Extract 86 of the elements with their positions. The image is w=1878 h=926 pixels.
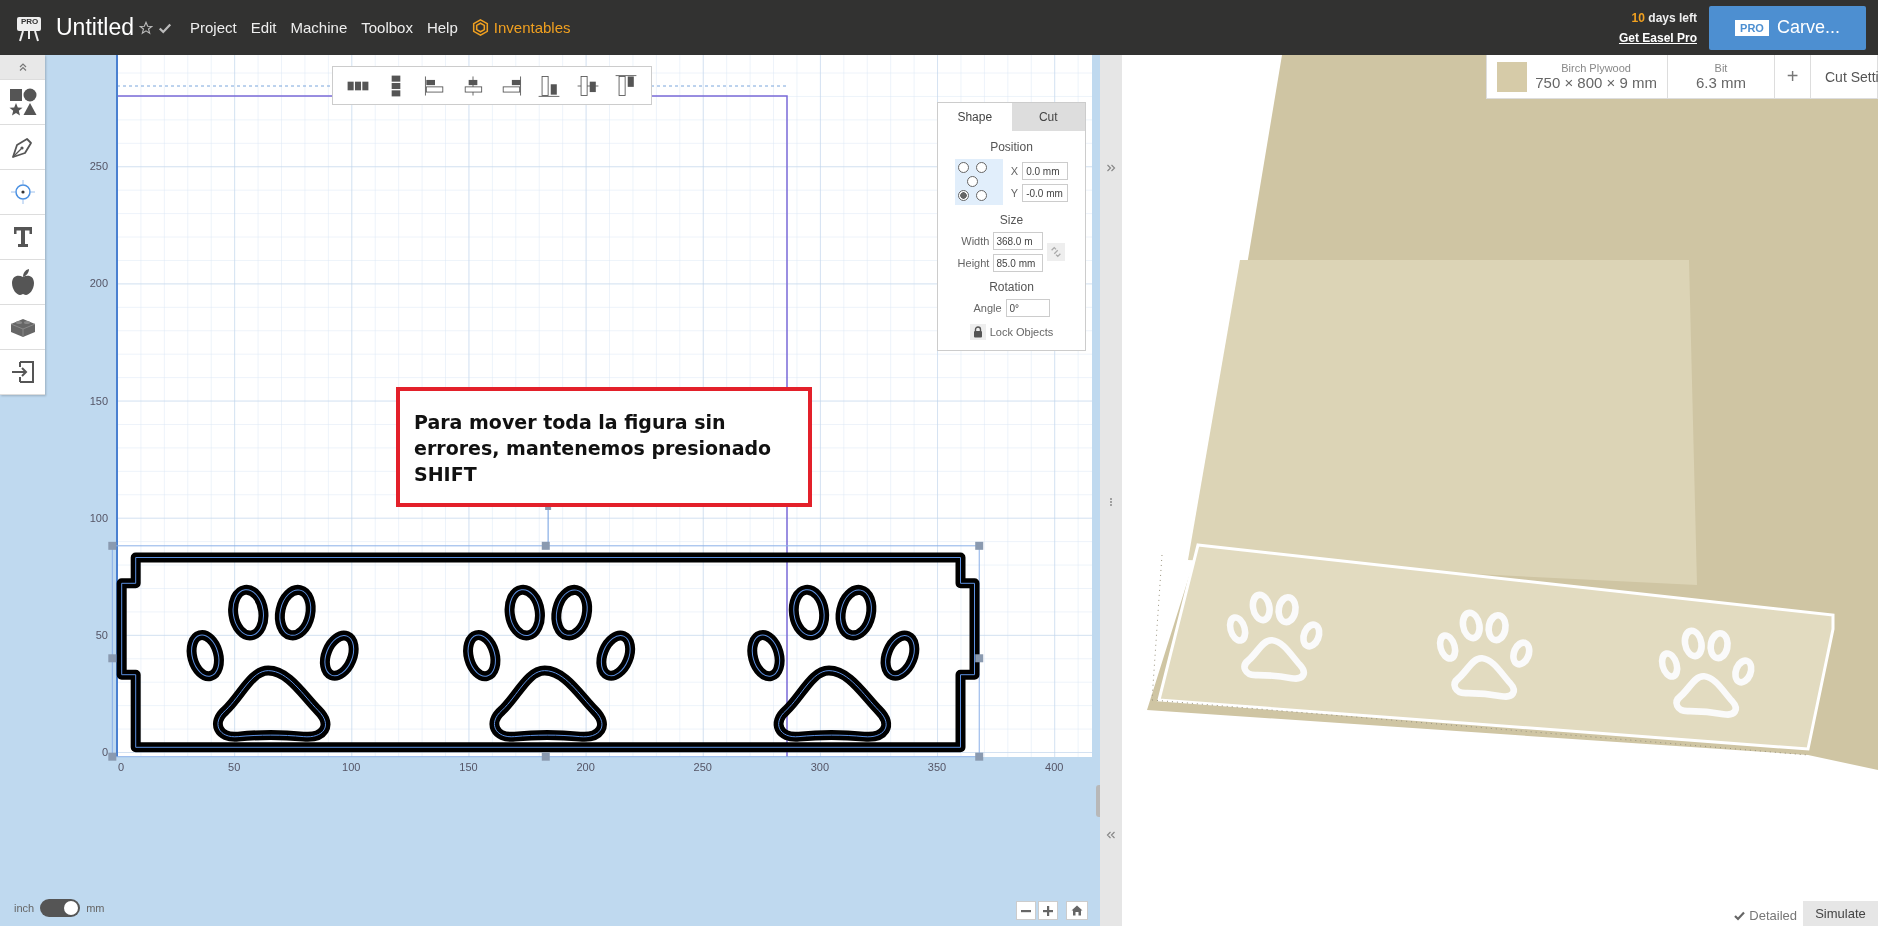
padlock-icon [972, 326, 983, 338]
material-name: Birch Plywood [1561, 62, 1631, 74]
field-label: Y [1010, 187, 1019, 199]
anchor-radio[interactable] [966, 176, 978, 187]
section-heading: Position [990, 140, 1033, 154]
project-title[interactable]: Untitled [56, 14, 134, 41]
menu-item[interactable]: Toolbox [361, 19, 413, 36]
inspector-tab[interactable]: Cut [1011, 103, 1085, 131]
resize-handle[interactable] [975, 654, 984, 663]
crosshair-icon [9, 179, 36, 205]
checkmark-icon [1734, 910, 1746, 921]
import-icon [9, 359, 36, 385]
anchor-radio[interactable] [957, 190, 969, 201]
x-axis-label: 300 [810, 761, 830, 773]
simulate-button[interactable]: Simulate [1803, 901, 1878, 926]
resize-handle[interactable] [975, 752, 984, 761]
y-axis-label: 150 [89, 394, 108, 407]
logo-text: PRO [21, 17, 39, 26]
x-axis-label: 400 [1045, 761, 1064, 773]
angle-field[interactable]: 0° [1005, 299, 1050, 317]
material-selector[interactable]: Birch Plywood 750 × 800 × 9 mm [1487, 55, 1668, 98]
get-easel-pro-link[interactable]: Get Easel Pro [1618, 30, 1697, 45]
x-axis-label: 250 [693, 761, 712, 773]
detailed-option[interactable]: Detailed [1734, 908, 1797, 923]
field-label: Angle [973, 302, 1002, 314]
resize-handle[interactable] [108, 541, 117, 550]
x-axis-label: 200 [576, 761, 595, 773]
x-axis-label: 50 [228, 761, 241, 773]
resize-handle[interactable] [108, 654, 117, 663]
home-view-button[interactable] [1066, 901, 1088, 920]
x-axis-label: 150 [459, 761, 478, 773]
double-chevron-up-icon [17, 62, 28, 72]
menu-item[interactable]: Edit [250, 19, 277, 36]
resize-handle[interactable] [975, 541, 984, 550]
anchor-radio[interactable] [957, 162, 969, 173]
zoom-in-button[interactable] [1038, 901, 1058, 920]
width-field[interactable]: 368.0 m [993, 232, 1044, 250]
field-label: Height [957, 257, 990, 269]
y-axis-label: 100 [89, 511, 108, 524]
apple-icon [9, 268, 36, 296]
inventables-link[interactable]: Inventables [493, 19, 571, 36]
x-position-field[interactable]: 0.0 mm [1022, 162, 1069, 180]
home-icon [1071, 905, 1083, 916]
menu-item[interactable]: Machine [290, 19, 348, 36]
menu-item[interactable]: Help [426, 19, 458, 36]
x-axis-label: 350 [927, 761, 947, 773]
material-size: 750 × 800 × 9 mm [1535, 74, 1657, 91]
field-label: X [1010, 165, 1019, 177]
shapes-icon [7, 87, 38, 117]
paw-print-drawing[interactable] [186, 584, 359, 742]
plus-icon [1043, 905, 1053, 916]
y-axis-label: 0 [101, 746, 108, 758]
height-field[interactable]: 85.0 mm [993, 254, 1044, 272]
anchor-radio[interactable] [975, 162, 987, 173]
x-axis-label: 0 [117, 761, 125, 773]
paw-print-drawing[interactable] [747, 584, 920, 742]
y-axis-label: 50 [95, 628, 108, 641]
star-icon[interactable] [139, 20, 153, 35]
resize-handle[interactable] [108, 752, 117, 761]
paw-print-drawing[interactable] [463, 584, 636, 742]
material-swatch [1497, 61, 1528, 92]
anchor-radio[interactable] [975, 190, 987, 201]
menu-item[interactable]: Project [190, 19, 237, 36]
units-toggle-switch[interactable] [40, 899, 81, 917]
y-axis-label: 200 [89, 277, 108, 290]
lock-button[interactable] [969, 324, 986, 340]
drag-grip-icon[interactable] [1109, 497, 1113, 507]
section-heading: Rotation [989, 280, 1034, 294]
zoom-out-button[interactable] [1016, 901, 1036, 920]
y-position-field[interactable]: -0.0 mm [1022, 184, 1069, 202]
bit-size: 6.3 mm [1696, 74, 1746, 91]
scrollbar-thumb[interactable] [1096, 785, 1100, 817]
unit-label: mm [86, 902, 105, 914]
hexagon-logo-icon [471, 19, 489, 36]
letter-t-icon [11, 225, 34, 249]
trial-days-left: 10 days left [1631, 10, 1697, 25]
x-axis-label: 100 [342, 761, 361, 773]
y-axis-label: 250 [89, 160, 108, 173]
resize-handle[interactable] [541, 541, 550, 550]
bit-label: Bit [1714, 62, 1728, 74]
unit-label: inch [14, 902, 35, 914]
lock-objects-label: Lock Objects [989, 326, 1054, 338]
resize-handle[interactable] [541, 752, 550, 761]
annotation-text: Para mover toda la figura sin errores, mantenemos presionado SHIFT [414, 411, 772, 486]
field-label: Width [961, 235, 990, 247]
section-heading: Size [999, 213, 1024, 227]
